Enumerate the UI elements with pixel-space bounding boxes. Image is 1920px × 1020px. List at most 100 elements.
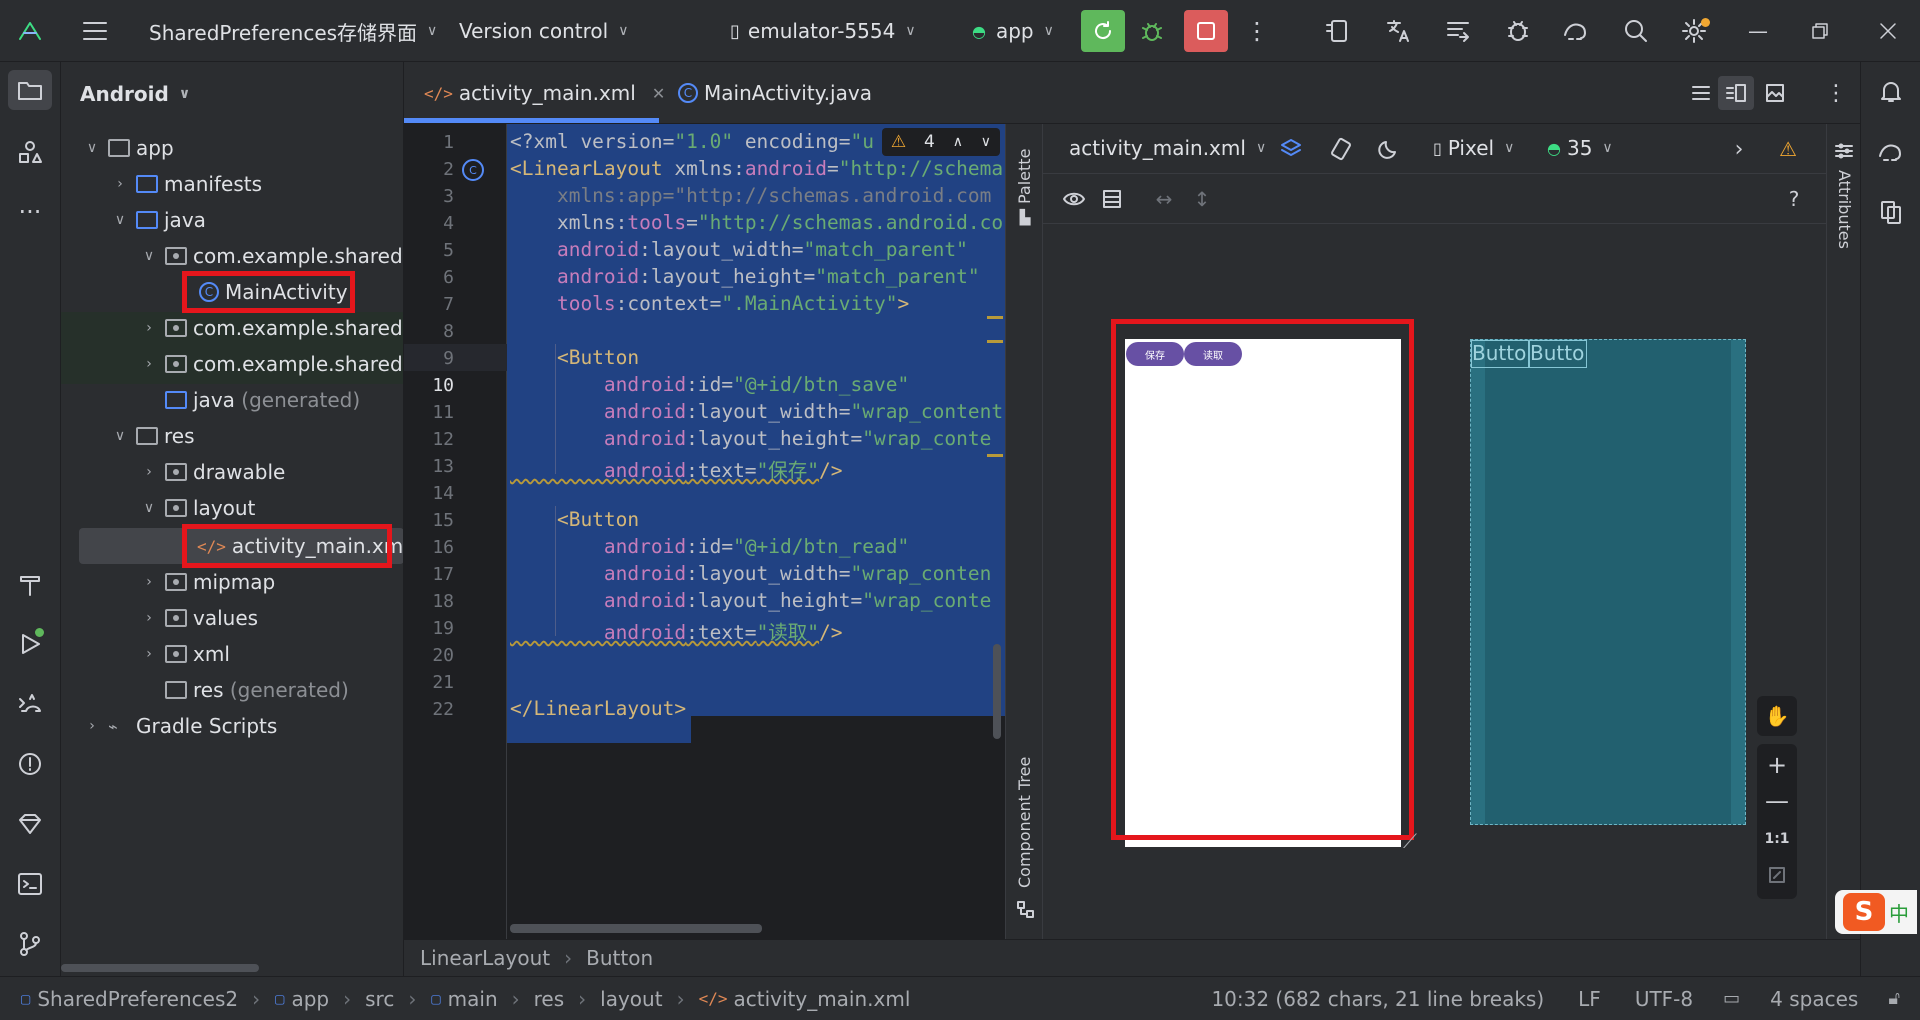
nav-path-item[interactable]: app	[291, 987, 329, 1011]
split-view-icon[interactable]	[1718, 76, 1754, 110]
blueprint-button-1[interactable]: Button	[1471, 340, 1529, 368]
project-view-selector[interactable]: Android ∨	[80, 76, 190, 112]
inspection-widget[interactable]: ⚠ 4 ∧ ∨	[882, 128, 1000, 156]
nav-path-item[interactable]: activity_main.xml	[733, 987, 910, 1011]
tree-item-gradle-scripts[interactable]: › ⌁ Gradle Scripts	[82, 708, 277, 744]
zoom-actual-size[interactable]: 1:1	[1757, 824, 1797, 854]
resize-handle[interactable]: ⟋	[1403, 829, 1433, 859]
device-explorer-icon[interactable]	[1869, 192, 1913, 232]
tree-item-app[interactable]: ∨ app	[82, 130, 174, 166]
nav-path-item[interactable]: SharedPreferences2	[37, 987, 238, 1011]
project-folder-icon[interactable]	[8, 70, 52, 110]
attributes-tab[interactable]: Attributes	[1835, 170, 1854, 249]
breadcrumb-item[interactable]: LinearLayout	[420, 946, 550, 970]
readonly-toggle-icon[interactable]: ▭	[1723, 988, 1740, 1009]
tree-item-package-test[interactable]: › com.example.sharedpr	[139, 346, 403, 382]
design-view-icon[interactable]	[1760, 78, 1790, 108]
build-hammer-icon[interactable]	[8, 564, 52, 604]
component-tree-tab[interactable]: Component Tree	[1015, 757, 1034, 888]
class-gutter-icon[interactable]: C	[462, 159, 484, 181]
vertical-resize-icon[interactable]: ↕	[1187, 184, 1217, 214]
horizontal-scrollbar[interactable]	[510, 924, 762, 933]
git-branch-icon[interactable]	[8, 924, 52, 964]
nav-path-item[interactable]: res	[534, 987, 565, 1011]
pan-hand-icon[interactable]: ✋	[1757, 696, 1797, 736]
horizontal-scrollbar[interactable]	[61, 964, 259, 972]
expand-toolbar-icon[interactable]: ›	[1727, 134, 1751, 164]
resource-manager-icon[interactable]	[8, 132, 52, 172]
notifications-bell-icon[interactable]	[1869, 72, 1913, 112]
layout-grid-icon[interactable]	[1097, 184, 1127, 214]
gradle-sync-icon[interactable]	[1558, 14, 1594, 48]
nav-path-item[interactable]: layout	[600, 987, 662, 1011]
debug-icon[interactable]	[1132, 14, 1172, 48]
tree-item-res[interactable]: ∨ res	[110, 418, 195, 454]
view-options-eye-icon[interactable]	[1059, 184, 1089, 214]
zoom-to-fit-icon[interactable]	[1757, 860, 1797, 890]
nav-path-item[interactable]: src	[365, 987, 394, 1011]
search-icon[interactable]	[1618, 14, 1654, 48]
tree-item-xml[interactable]: › xml	[139, 636, 230, 672]
logcat-icon[interactable]	[8, 684, 52, 724]
device-manager-icon[interactable]	[1320, 14, 1356, 48]
lock-icon[interactable]: 🔓︎	[1888, 988, 1900, 1009]
ime-sogou-icon[interactable]: S 中	[1835, 890, 1917, 934]
blueprint-button-2[interactable]: Button	[1529, 340, 1587, 368]
more-options-icon[interactable]: ⋮	[1824, 78, 1848, 108]
restore-icon[interactable]	[1802, 16, 1838, 46]
tree-item-java-generated[interactable]: java (generated)	[139, 382, 360, 418]
design-blueprint-toggle-icon[interactable]	[1275, 134, 1307, 164]
vertical-scrollbar[interactable]	[993, 644, 1001, 739]
terminal-icon[interactable]	[8, 864, 52, 904]
code-editor[interactable]: <?xml version="1.0" encoding="u <LinearL…	[507, 124, 1005, 939]
tree-item-drawable[interactable]: › drawable	[139, 454, 285, 490]
bug-report-icon[interactable]	[1500, 14, 1536, 48]
device-selector[interactable]: ▯ emulator-5554 ∨	[730, 0, 916, 62]
file-encoding[interactable]: UTF-8	[1635, 987, 1693, 1011]
tab-activity-main-xml[interactable]: </> activity_main.xml ✕	[424, 62, 665, 124]
night-mode-icon[interactable]	[1373, 134, 1405, 164]
help-icon[interactable]: ?	[1779, 184, 1809, 214]
tree-item-values[interactable]: › values	[139, 600, 258, 636]
indent-settings[interactable]: 4 spaces	[1770, 987, 1858, 1011]
app-quality-icon[interactable]	[8, 804, 52, 844]
palette-tab[interactable]: Palette	[1015, 149, 1034, 204]
sync-icon[interactable]	[1440, 14, 1476, 48]
close-tab-icon[interactable]: ✕	[652, 84, 665, 103]
gradle-icon[interactable]	[1869, 132, 1913, 172]
blueprint-screen[interactable]: Button Button	[1470, 339, 1746, 825]
layout-file-selector[interactable]: activity_main.xml ∨	[1069, 136, 1266, 160]
tree-item-package-main[interactable]: ∨ com.example.sharedpr	[139, 238, 403, 274]
line-separator[interactable]: LF	[1578, 987, 1601, 1011]
api-level-selector[interactable]: ◓ 35 ∨	[1547, 136, 1613, 160]
close-icon[interactable]	[1870, 16, 1906, 46]
orientation-icon[interactable]	[1325, 134, 1357, 164]
previous-highlight-icon[interactable]: ∧	[953, 134, 963, 150]
stop-button[interactable]	[1184, 10, 1228, 52]
more-actions-icon[interactable]: ⋮	[1244, 16, 1270, 46]
rerun-button[interactable]	[1081, 10, 1125, 52]
warning-icon[interactable]: ⚠	[1773, 134, 1803, 164]
zoom-in-icon[interactable]: +	[1757, 748, 1797, 782]
translate-icon[interactable]	[1380, 14, 1416, 48]
tree-item-package-android-test[interactable]: › com.example.sharedpr	[139, 310, 403, 346]
tab-main-activity-java[interactable]: C MainActivity.java	[678, 62, 872, 124]
tree-item-java[interactable]: ∨ java	[110, 202, 206, 238]
more-tools-icon[interactable]: ···	[8, 192, 52, 232]
horizontal-resize-icon[interactable]: ↔	[1149, 184, 1179, 214]
code-view-icon[interactable]	[1686, 78, 1716, 108]
breadcrumb-item[interactable]: Button	[586, 946, 653, 970]
tree-item-layout[interactable]: ∨ layout	[139, 490, 256, 526]
nav-path-item[interactable]: main	[448, 987, 498, 1011]
main-menu-icon[interactable]	[80, 16, 110, 46]
tree-item-res-generated[interactable]: res (generated)	[139, 672, 349, 708]
device-selector[interactable]: ▯ Pixel ∨	[1433, 136, 1514, 160]
run-config-selector[interactable]: ◓ app ∨	[972, 0, 1054, 62]
minimize-icon[interactable]: —	[1740, 16, 1776, 46]
run-play-icon[interactable]	[8, 624, 52, 664]
problems-icon[interactable]	[8, 744, 52, 784]
project-widget[interactable]: SharedPreferences存储界面 ∨	[149, 0, 437, 62]
tree-item-manifests[interactable]: › manifests	[110, 166, 262, 202]
caret-position[interactable]: 10:32 (682 chars, 21 line breaks)	[1211, 987, 1544, 1011]
tree-item-mipmap[interactable]: › mipmap	[139, 564, 275, 600]
